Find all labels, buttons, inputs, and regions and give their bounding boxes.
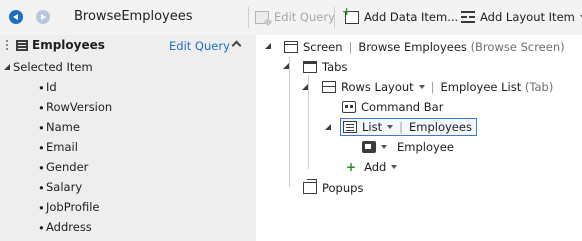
back-arrow-icon[interactable] (9, 10, 23, 24)
rows-layout-kind: (Tab) (524, 80, 554, 94)
forward-arrow-icon[interactable] (36, 10, 50, 24)
field-item[interactable]: • Name (0, 118, 256, 138)
chevron-down-icon[interactable] (387, 125, 394, 129)
toolbar-divider (248, 7, 249, 28)
toolbar-divider (334, 7, 335, 28)
add-layout-item-button[interactable]: Add Layout Item (461, 10, 582, 24)
field-label: Email (46, 140, 78, 154)
field-label: Salary (46, 180, 83, 194)
tree-node-screen[interactable]: Screen | Browse Employees (Browse Screen… (284, 37, 565, 57)
edit-query-label: Edit Query (274, 10, 335, 24)
add-layout-item-label: Add Layout Item (480, 10, 575, 24)
data-members-panel: Employees Edit Query Selected Item • Id •… (0, 35, 256, 241)
query-header: Employees Edit Query (0, 35, 256, 56)
list-icon (343, 121, 357, 133)
add-data-item-icon (342, 5, 359, 24)
expand-triangle-icon[interactable] (325, 124, 331, 130)
field-item[interactable]: • RowVersion (0, 98, 256, 118)
field-label: Id (46, 80, 57, 94)
collapse-chevron-icon[interactable] (231, 40, 242, 51)
drag-grip-icon[interactable] (6, 40, 8, 51)
list-label: List (362, 120, 383, 134)
field-item[interactable]: • Email (0, 138, 256, 158)
screen-title: BrowseEmployees (74, 9, 193, 24)
rows-layout-name: Employee List (440, 80, 522, 94)
field-item[interactable]: • JobProfile (0, 198, 256, 218)
tree-node-command-bar[interactable]: Command Bar (342, 97, 443, 117)
add-layout-item-icon (461, 10, 475, 24)
tree-node-add[interactable]: + Add (346, 157, 398, 177)
popups-icon (303, 179, 317, 194)
add-label: Add (364, 160, 387, 174)
edit-query-button[interactable]: Edit Query (255, 10, 335, 24)
add-plus-icon: + (346, 160, 357, 174)
field-label: Name (46, 120, 80, 134)
field-item[interactable]: • Gender (0, 158, 256, 178)
rows-layout-label: Rows Layout (341, 80, 414, 94)
screen-icon (284, 41, 298, 53)
edit-query-link[interactable]: Edit Query (169, 39, 230, 53)
tree-node-employee[interactable]: Employee (362, 137, 454, 157)
expand-triangle-icon[interactable] (302, 84, 308, 90)
screen-content-tree: Screen | Browse Employees (Browse Screen… (256, 35, 582, 241)
command-bar-label: Command Bar (361, 100, 444, 114)
field-item[interactable]: • Address (0, 218, 256, 238)
list-selection-box[interactable]: List | Employees (340, 118, 477, 136)
tree-node-list[interactable]: List | Employees (340, 117, 477, 137)
tree-guide-line (289, 57, 290, 187)
expand-triangle-icon[interactable] (4, 64, 10, 70)
add-data-item-button[interactable]: Add Data Item... (342, 5, 459, 25)
command-bar-icon (342, 101, 356, 113)
field-label: Address (46, 220, 92, 234)
collection-icon (16, 40, 28, 51)
field-item[interactable]: • Salary (0, 178, 256, 198)
selected-item-group[interactable]: Selected Item (0, 58, 256, 78)
selected-item-label: Selected Item (13, 60, 93, 74)
tabs-icon (303, 61, 317, 73)
screen-label: Screen (303, 40, 343, 54)
expand-triangle-icon[interactable] (283, 63, 289, 69)
field-item[interactable]: • Id (0, 78, 256, 98)
query-title: Employees (32, 38, 105, 52)
screen-kind: (Browse Screen) (470, 40, 565, 54)
chevron-down-icon[interactable] (381, 145, 387, 149)
list-name: Employees (408, 120, 472, 134)
edit-query-icon (255, 10, 269, 24)
chevron-down-icon[interactable] (418, 85, 425, 89)
field-label: RowVersion (46, 100, 113, 114)
tabs-label: Tabs (322, 60, 348, 74)
tree-node-rows-layout[interactable]: Rows Layout | Employee List (Tab) (322, 77, 553, 97)
rows-layout-icon (322, 81, 336, 93)
tree-node-popups[interactable]: Popups (303, 178, 363, 198)
popups-label: Popups (322, 181, 364, 195)
employee-summary-icon (362, 141, 376, 153)
designer-toolbar: BrowseEmployees Edit Query Add Data Item… (0, 0, 582, 35)
add-data-item-label: Add Data Item... (364, 10, 459, 24)
tree-node-tabs[interactable]: Tabs (303, 57, 347, 77)
employee-label: Employee (397, 140, 454, 154)
field-label: JobProfile (46, 200, 100, 214)
tree-guide-line (308, 75, 309, 169)
field-label: Gender (46, 160, 89, 174)
screen-name: Browse Employees (358, 40, 467, 54)
chevron-down-icon[interactable] (391, 165, 398, 169)
expand-triangle-icon[interactable] (265, 43, 271, 49)
